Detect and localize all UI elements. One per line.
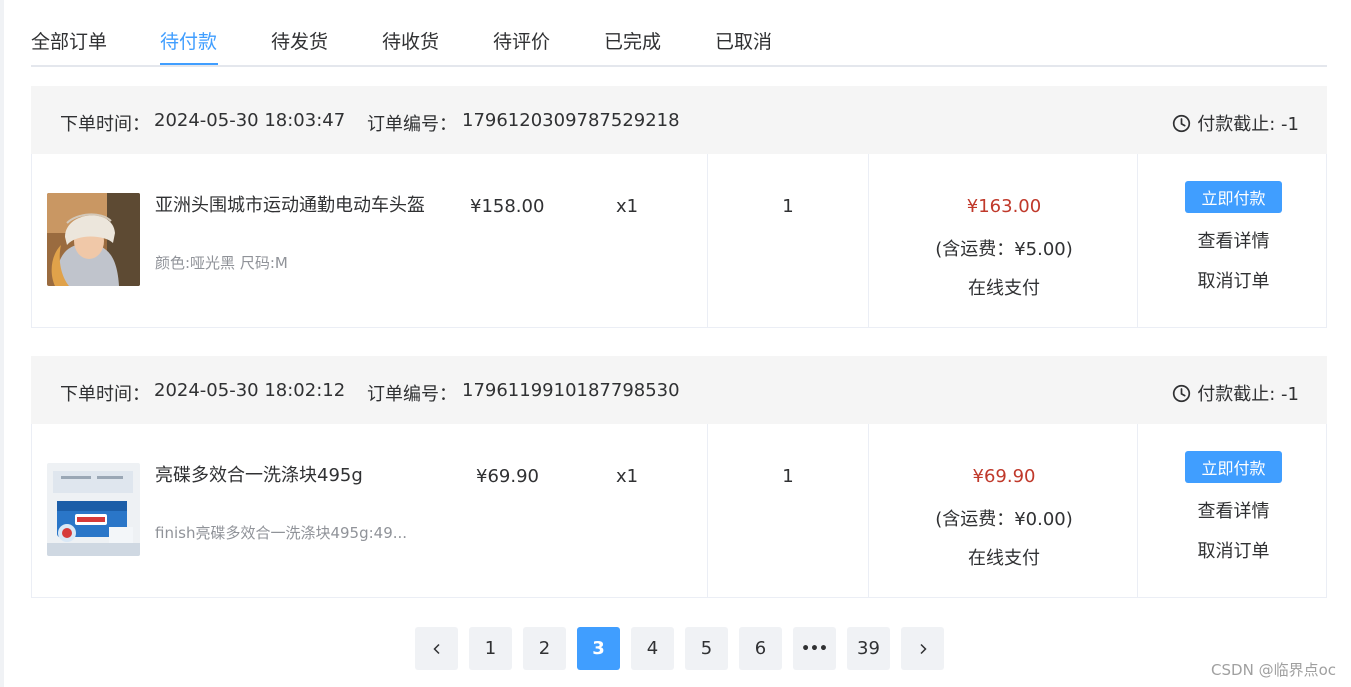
payment-deadline: 付款截止: -1 xyxy=(1172,380,1299,406)
column-divider xyxy=(707,154,708,327)
shipping-fee: (含运费：¥0.00) xyxy=(935,509,1073,530)
order-time-label: 下单时间： xyxy=(60,384,150,405)
shipping-fee: (含运费：¥5.00) xyxy=(935,239,1073,260)
tab-pending-shipment[interactable]: 待发货 xyxy=(271,27,328,54)
clock-icon xyxy=(1173,384,1191,402)
page-button-3-current[interactable]: 3 xyxy=(577,627,620,670)
chevron-left-icon xyxy=(432,643,440,654)
order-total: ¥69.90 xyxy=(972,466,1036,487)
quantity: x1 xyxy=(615,466,639,487)
pay-now-button[interactable]: 立即付款 xyxy=(1185,181,1282,213)
view-details-link[interactable]: 查看详情 xyxy=(1139,497,1328,523)
order-number: 1796120309787529218 xyxy=(462,110,680,131)
quantity: x1 xyxy=(615,196,639,217)
product-image-dishwasher-tablets[interactable] xyxy=(47,463,140,556)
page-button-39[interactable]: 39 xyxy=(847,627,890,670)
payment-method: 在线支付 xyxy=(968,548,1040,569)
page-button-6[interactable]: 6 xyxy=(739,627,782,670)
next-page-button[interactable] xyxy=(901,627,944,670)
item-count: 1 xyxy=(782,196,794,217)
prev-page-button[interactable] xyxy=(415,627,458,670)
order-body: 亮碟多效合一洗涤块495g finish亮碟多效合一洗涤块495g:49... … xyxy=(31,424,1327,598)
column-divider xyxy=(868,154,869,327)
product-spec: finish亮碟多效合一洗涤块495g:49... xyxy=(155,524,408,542)
order-body: 亚洲头围城市运动通勤电动车头盔 颜色:哑光黑 尺码:M ¥158.00 x1 1… xyxy=(31,154,1327,328)
cancel-order-link[interactable]: 取消订单 xyxy=(1139,537,1328,563)
product-image-helmet[interactable] xyxy=(47,193,140,286)
product-spec: 颜色:哑光黑 尺码:M xyxy=(155,254,288,272)
order-time: 2024-05-30 18:02:12 xyxy=(154,380,346,401)
order-total: ¥163.00 xyxy=(966,196,1042,217)
order-card: 下单时间： 2024-05-30 18:03:47 订单编号： 17961203… xyxy=(31,86,1327,328)
page-button-4[interactable]: 4 xyxy=(631,627,674,670)
view-details-link[interactable]: 查看详情 xyxy=(1139,227,1328,253)
column-divider xyxy=(868,424,869,597)
order-card: 下单时间： 2024-05-30 18:02:12 订单编号： 17961199… xyxy=(31,356,1327,599)
page-button-5[interactable]: 5 xyxy=(685,627,728,670)
order-number: 1796119910187798530 xyxy=(462,380,680,401)
clock-icon xyxy=(1173,114,1191,132)
tab-pending-receipt[interactable]: 待收货 xyxy=(382,27,439,54)
page-button-1[interactable]: 1 xyxy=(469,627,512,670)
order-header: 下单时间： 2024-05-30 18:02:12 订单编号： 17961199… xyxy=(31,356,1327,424)
order-number-label: 订单编号： xyxy=(367,114,457,135)
active-tab-indicator xyxy=(160,63,218,65)
chevron-right-icon xyxy=(919,643,927,654)
tab-pending-payment[interactable]: 待付款 xyxy=(160,27,217,54)
order-number-label: 订单编号： xyxy=(367,384,457,405)
pay-now-button[interactable]: 立即付款 xyxy=(1185,451,1282,483)
order-status-tabs: 全部订单 待付款 待发货 待收货 待评价 已完成 已取消 xyxy=(31,0,1327,67)
unit-price: ¥69.90 xyxy=(476,466,539,487)
item-count: 1 xyxy=(782,466,794,487)
unit-price: ¥158.00 xyxy=(470,196,545,217)
tab-pending-review[interactable]: 待评价 xyxy=(493,27,550,54)
watermark: CSDN @临界点oc xyxy=(1211,661,1336,679)
tab-cancelled[interactable]: 已取消 xyxy=(715,27,772,54)
tab-all-orders[interactable]: 全部订单 xyxy=(31,27,107,54)
product-name[interactable]: 亮碟多效合一洗涤块495g xyxy=(155,463,427,489)
more-pages-ellipsis[interactable]: ••• xyxy=(793,627,836,670)
tab-completed[interactable]: 已完成 xyxy=(604,27,661,54)
order-time-label: 下单时间： xyxy=(60,114,150,135)
payment-method: 在线支付 xyxy=(968,278,1040,299)
pagination: 1 2 3 4 5 6 ••• 39 xyxy=(0,627,1351,670)
deadline-text: 付款截止: -1 xyxy=(1197,114,1299,135)
order-time: 2024-05-30 18:03:47 xyxy=(154,110,346,131)
left-edge-strip xyxy=(0,0,4,687)
page-button-2[interactable]: 2 xyxy=(523,627,566,670)
cancel-order-link[interactable]: 取消订单 xyxy=(1139,267,1328,293)
column-divider xyxy=(707,424,708,597)
order-header: 下单时间： 2024-05-30 18:03:47 订单编号： 17961203… xyxy=(31,86,1327,154)
payment-deadline: 付款截止: -1 xyxy=(1172,110,1299,136)
deadline-text: 付款截止: -1 xyxy=(1197,384,1299,405)
product-name[interactable]: 亚洲头围城市运动通勤电动车头盔 xyxy=(155,193,427,219)
